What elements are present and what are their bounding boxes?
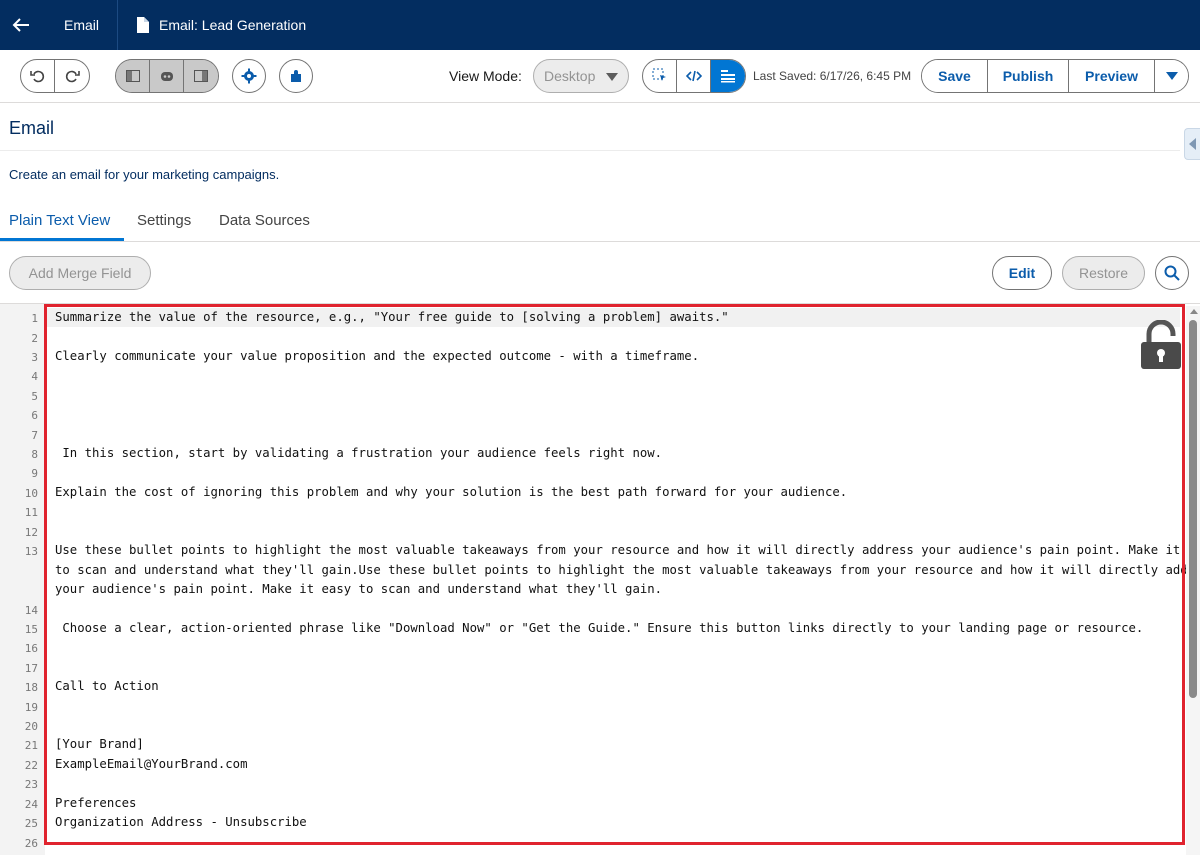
arrow-left-icon [12, 18, 29, 32]
visual-editor-button[interactable] [643, 60, 677, 92]
last-saved-text: Last Saved: 6/17/26, 6:45 PM [753, 69, 912, 83]
more-actions-button[interactable] [1155, 60, 1188, 92]
view-mode-select[interactable]: Desktop [533, 59, 629, 93]
line-number: 19 [24, 701, 38, 714]
preview-button[interactable]: Preview [1069, 60, 1155, 92]
save-button[interactable]: Save [922, 60, 988, 92]
breadcrumb-email-label: Email [64, 17, 100, 33]
scroll-up-arrow-icon[interactable] [1190, 309, 1198, 314]
view-mode-label: View Mode: [449, 68, 522, 84]
right-panel-toggle[interactable] [184, 60, 218, 92]
chevron-down-icon [1165, 72, 1178, 80]
agent-panel-toggle[interactable] [150, 60, 184, 92]
toolbar: View Mode: Desktop Last Saved: 6/17/26, … [0, 50, 1200, 103]
line-number: 21 [24, 739, 38, 752]
code-icon [685, 70, 702, 82]
document-icon [137, 17, 150, 33]
tab-bar: Plain Text View Settings Data Sources [0, 205, 1200, 242]
plain-text-view-button[interactable] [711, 60, 745, 92]
page-title: Email [9, 118, 55, 138]
breadcrumb-email[interactable]: Email [42, 0, 119, 50]
add-merge-field-button[interactable]: Add Merge Field [9, 256, 151, 290]
components-button[interactable] [279, 59, 313, 93]
breadcrumb-current: Email: Lead Generation [118, 0, 328, 50]
page-description: Create an email for your marketing campa… [9, 167, 280, 182]
header-divider [0, 150, 1180, 151]
undo-icon [29, 70, 44, 83]
line-number: 8 [31, 448, 38, 461]
chevron-down-icon [606, 73, 618, 81]
tab-plain-text-view[interactable]: Plain Text View [9, 212, 110, 229]
side-panel-expand-tab[interactable] [1184, 128, 1200, 160]
line-number: 17 [24, 662, 38, 675]
active-tab-indicator [0, 238, 124, 241]
back-button[interactable] [0, 0, 42, 50]
view-mode-value: Desktop [544, 68, 596, 84]
code-view-button[interactable] [677, 60, 711, 92]
settings-button[interactable] [232, 59, 266, 93]
line-number: 9 [31, 467, 38, 480]
undo-button[interactable] [21, 60, 55, 92]
redo-icon [65, 70, 80, 83]
right-panel-icon [194, 70, 208, 82]
line-number: 16 [24, 642, 38, 655]
cursor-select-icon [652, 68, 666, 81]
line-number: 25 [24, 817, 38, 830]
line-number: 22 [24, 759, 38, 772]
line-number: 3 [31, 351, 38, 364]
restore-button[interactable]: Restore [1062, 256, 1145, 290]
line-number: 12 [24, 526, 38, 539]
line-number: 5 [31, 390, 38, 403]
robot-icon [160, 72, 173, 81]
editor-mode-group [642, 59, 746, 93]
line-number: 13 [24, 545, 38, 558]
line-number: 7 [31, 429, 38, 442]
puzzle-icon [291, 70, 301, 82]
redo-button[interactable] [55, 60, 89, 92]
history-button-group [20, 59, 90, 93]
publish-button[interactable]: Publish [988, 60, 1069, 92]
line-number: 26 [24, 837, 38, 850]
line-number: 24 [24, 798, 38, 811]
primary-actions-group: Save Publish Preview [921, 59, 1189, 93]
annotation-highlight-box [44, 304, 1185, 845]
gear-icon [241, 68, 257, 84]
editor-scrollbar[interactable] [1186, 306, 1200, 855]
breadcrumb-current-label: Email: Lead Generation [159, 17, 307, 33]
left-panel-icon [125, 70, 140, 82]
line-number: 18 [24, 681, 38, 694]
line-number: 23 [24, 778, 38, 791]
left-panel-toggle[interactable] [116, 60, 150, 92]
top-nav-bar: Email Email: Lead Generation [0, 0, 1200, 50]
line-number: 14 [24, 604, 38, 617]
line-number: 20 [24, 720, 38, 733]
line-number: 6 [31, 409, 38, 422]
search-button[interactable] [1155, 256, 1189, 290]
line-number: 15 [24, 623, 38, 636]
text-lines-icon [721, 70, 735, 83]
tab-data-sources[interactable]: Data Sources [219, 212, 310, 229]
scrollbar-thumb[interactable] [1189, 320, 1197, 698]
line-number: 1 [31, 312, 38, 325]
line-number-gutter: 1 2 3 4 5 6 7 8 9 10 11 12 13 14 15 16 17 18 19 20 21 22 23 24 2… [0, 304, 45, 855]
line-number: 11 [24, 506, 38, 519]
line-number: 4 [31, 370, 38, 383]
panel-toggle-group [115, 59, 219, 93]
search-icon [1164, 265, 1180, 281]
line-number: 2 [31, 332, 38, 345]
tab-settings[interactable]: Settings [137, 212, 191, 229]
edit-button[interactable]: Edit [992, 256, 1052, 290]
line-number: 10 [24, 487, 38, 500]
